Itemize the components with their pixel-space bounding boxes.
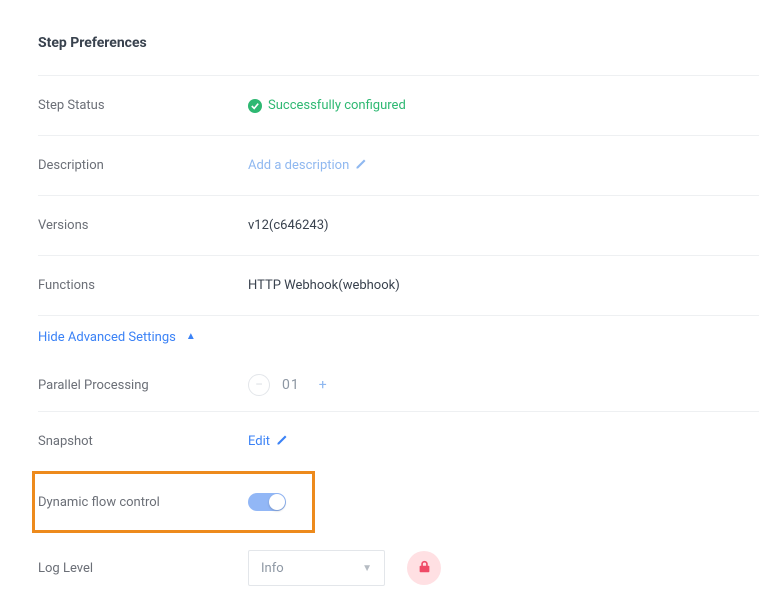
stepper-value: 01 (282, 377, 300, 393)
row-log-level: Log Level Info ▼ (38, 533, 759, 603)
label-functions: Functions (38, 278, 248, 293)
status-text: Successfully configured (268, 98, 406, 113)
check-icon (248, 99, 262, 113)
pencil-icon[interactable] (355, 158, 367, 174)
label-description: Description (38, 158, 248, 173)
dynamic-flow-toggle[interactable] (248, 493, 286, 511)
description-value[interactable]: Add a description (248, 158, 367, 174)
row-step-status: Step Status Successfully configured (38, 75, 759, 135)
row-description: Description Add a description (38, 135, 759, 195)
dynamic-flow-value (248, 493, 286, 511)
row-dynamic-flow-control: Dynamic flow control (32, 471, 315, 533)
versions-value: v12(c646243) (248, 218, 329, 233)
advanced-settings-toggle[interactable]: Hide Advanced Settings ▲ (38, 315, 759, 359)
snapshot-edit-link[interactable]: Edit (248, 434, 270, 449)
label-parallel: Parallel Processing (38, 378, 248, 393)
parallel-stepper: − 01 + (248, 374, 334, 396)
lock-badge[interactable] (407, 551, 441, 585)
status-value: Successfully configured (248, 98, 406, 113)
lock-icon (418, 560, 431, 577)
label-versions: Versions (38, 218, 248, 233)
advanced-settings-label: Hide Advanced Settings (38, 330, 176, 345)
caret-down-icon: ▼ (362, 563, 372, 574)
stepper-plus-button[interactable]: + (312, 374, 334, 396)
row-functions: Functions HTTP Webhook(webhook) (38, 255, 759, 315)
row-snapshot: Snapshot Edit (38, 411, 759, 471)
functions-value: HTTP Webhook(webhook) (248, 278, 400, 293)
row-versions: Versions v12(c646243) (38, 195, 759, 255)
switch-knob (269, 494, 285, 510)
add-description-link[interactable]: Add a description (248, 158, 349, 173)
stepper-minus-button[interactable]: − (248, 374, 270, 396)
section-title: Step Preferences (38, 35, 759, 51)
log-level-select[interactable]: Info ▼ (248, 550, 385, 586)
label-step-status: Step Status (38, 98, 248, 113)
pencil-icon[interactable] (276, 434, 288, 450)
caret-up-icon: ▲ (186, 331, 196, 342)
log-level-selected: Info (261, 561, 284, 576)
label-dynamic-flow: Dynamic flow control (35, 495, 248, 510)
snapshot-value[interactable]: Edit (248, 434, 288, 450)
row-parallel: Parallel Processing − 01 + (38, 359, 759, 411)
label-snapshot: Snapshot (38, 434, 248, 449)
log-level-group: Info ▼ (248, 550, 441, 586)
label-log-level: Log Level (38, 561, 248, 576)
